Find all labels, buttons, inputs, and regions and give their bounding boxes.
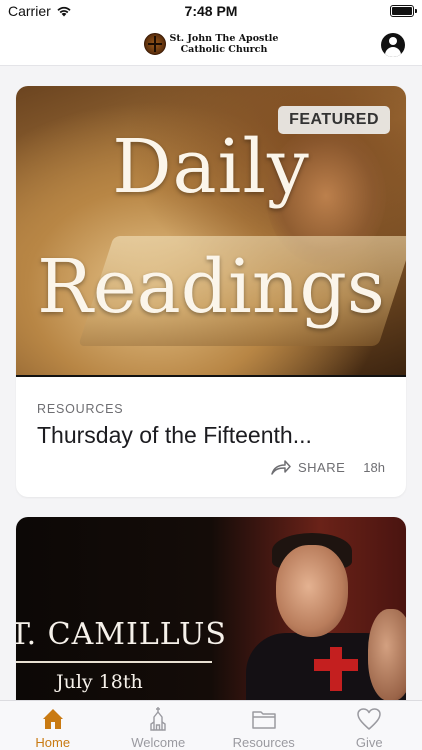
content-feed[interactable]: Daily Readings FEATURED RESOURCES Thursd… xyxy=(0,66,422,700)
card-footer: SHARE 18h xyxy=(271,459,385,475)
tab-bar: Home Welcome Resources Give xyxy=(0,700,422,750)
logo-line-1: St. John The Apostle xyxy=(169,32,279,44)
church-icon xyxy=(150,707,166,731)
heart-icon xyxy=(357,708,381,730)
app-header: St. John The Apostle Catholic Church xyxy=(0,22,422,66)
share-label: SHARE xyxy=(298,459,346,475)
church-logo[interactable]: St. John The Apostle Catholic Church xyxy=(143,32,279,55)
tab-label-give: Give xyxy=(355,735,383,750)
tab-label-home: Home xyxy=(35,735,71,750)
tab-welcome[interactable]: Welcome xyxy=(106,701,212,750)
folder-icon xyxy=(252,711,276,729)
image-title-line-2: July 18th xyxy=(56,671,143,693)
carrier-label: Carrier xyxy=(8,3,51,19)
featured-badge: FEATURED xyxy=(278,106,390,134)
carrier-info: Carrier xyxy=(8,3,72,19)
tab-home[interactable]: Home xyxy=(0,701,106,750)
saint-portrait xyxy=(246,523,406,700)
card-timestamp: 18h xyxy=(363,459,385,475)
card-body: RESOURCES Thursday of the Fifteenth... xyxy=(37,402,385,449)
card-image: Daily Readings FEATURED xyxy=(16,86,406,377)
feed-card-st-camillus[interactable]: T. CAMILLUS July 18th xyxy=(16,517,406,700)
status-bar: Carrier 7:48 PM xyxy=(0,0,422,22)
image-title-line-1: T. CAMILLUS xyxy=(16,617,227,652)
wifi-icon xyxy=(57,6,71,17)
feed-card-daily-readings[interactable]: Daily Readings FEATURED RESOURCES Thursd… xyxy=(16,86,406,497)
card-image: T. CAMILLUS July 18th xyxy=(16,517,406,700)
profile-button[interactable] xyxy=(381,33,405,57)
card-category: RESOURCES xyxy=(37,402,124,416)
logo-text: St. John The Apostle Catholic Church xyxy=(170,33,279,55)
tab-label-welcome: Welcome xyxy=(131,735,186,750)
tab-label-resources: Resources xyxy=(232,735,295,750)
house-icon xyxy=(42,709,63,729)
logo-line-2: Catholic Church xyxy=(180,43,268,55)
cross-emblem-icon xyxy=(143,32,166,55)
image-title-line-2: Readings xyxy=(37,244,385,330)
tab-resources[interactable]: Resources xyxy=(211,701,317,750)
person-circle-icon xyxy=(389,37,397,45)
share-arrow-icon xyxy=(271,460,291,475)
image-title-line-1: Daily xyxy=(112,124,310,210)
tab-give[interactable]: Give xyxy=(317,701,422,750)
card-title[interactable]: Thursday of the Fifteenth... xyxy=(37,422,385,449)
battery-icon xyxy=(390,5,417,17)
share-button[interactable]: SHARE xyxy=(271,459,345,475)
divider xyxy=(16,661,212,663)
